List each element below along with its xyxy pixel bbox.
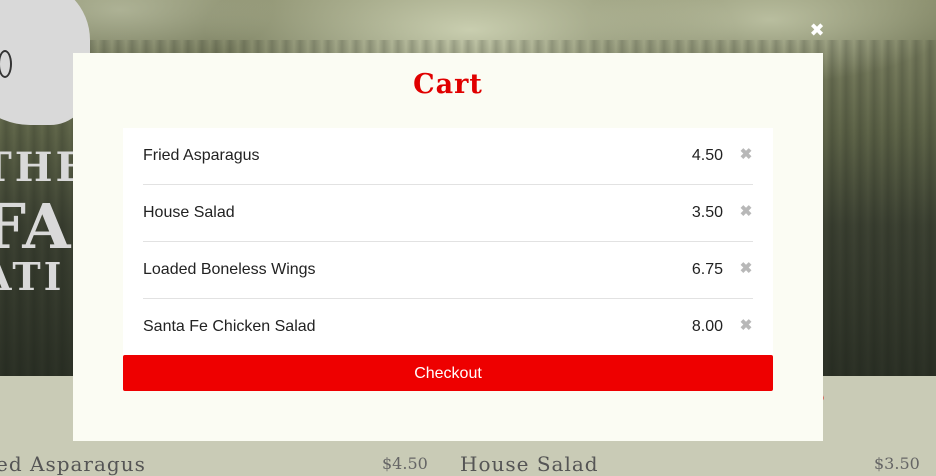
cart-item-name: Fried Asparagus bbox=[143, 147, 260, 164]
cart-item-name: Santa Fe Chicken Salad bbox=[143, 318, 316, 335]
cart-item-price: 4.50 bbox=[691, 147, 723, 164]
remove-item-icon[interactable]: ✖ bbox=[739, 259, 753, 279]
cart-modal: Cart Fried Asparagus 4.50 ✖ House Salad … bbox=[73, 53, 823, 441]
checkout-button[interactable]: Checkout bbox=[123, 355, 773, 391]
modal-title: Cart bbox=[413, 69, 483, 100]
cart-item: Santa Fe Chicken Salad 8.00 ✖ bbox=[143, 299, 753, 356]
cart-item-price: 8.00 bbox=[691, 318, 723, 335]
menu-item-price: $4.50 bbox=[382, 454, 428, 473]
menu-item-price: $3.50 bbox=[874, 454, 920, 473]
remove-item-icon[interactable]: ✖ bbox=[739, 316, 753, 336]
cart-item-list: Fried Asparagus 4.50 ✖ House Salad 3.50 … bbox=[123, 128, 773, 355]
cart-item: Loaded Boneless Wings 6.75 ✖ bbox=[143, 242, 753, 299]
logo-text-line2: FA bbox=[0, 190, 71, 263]
cart-item-price: 6.75 bbox=[691, 261, 723, 278]
page: THE FA ATI ads ed Asparagus $4.50 House … bbox=[0, 0, 936, 476]
close-icon[interactable]: ✖ bbox=[806, 20, 828, 42]
cart-item-price: 3.50 bbox=[691, 204, 723, 221]
cart-item: Fried Asparagus 4.50 ✖ bbox=[143, 128, 753, 185]
cart-item-name: House Salad bbox=[143, 204, 235, 221]
menu-item-name[interactable]: ed Asparagus bbox=[0, 452, 146, 476]
logo-mascot-ear bbox=[0, 50, 12, 78]
menu-item-name[interactable]: House Salad bbox=[460, 452, 599, 476]
logo-text-line3: ATI bbox=[0, 254, 65, 299]
remove-item-icon[interactable]: ✖ bbox=[739, 202, 753, 222]
cart-item: House Salad 3.50 ✖ bbox=[143, 185, 753, 242]
remove-item-icon[interactable]: ✖ bbox=[739, 145, 753, 165]
cart-item-name: Loaded Boneless Wings bbox=[143, 261, 316, 278]
